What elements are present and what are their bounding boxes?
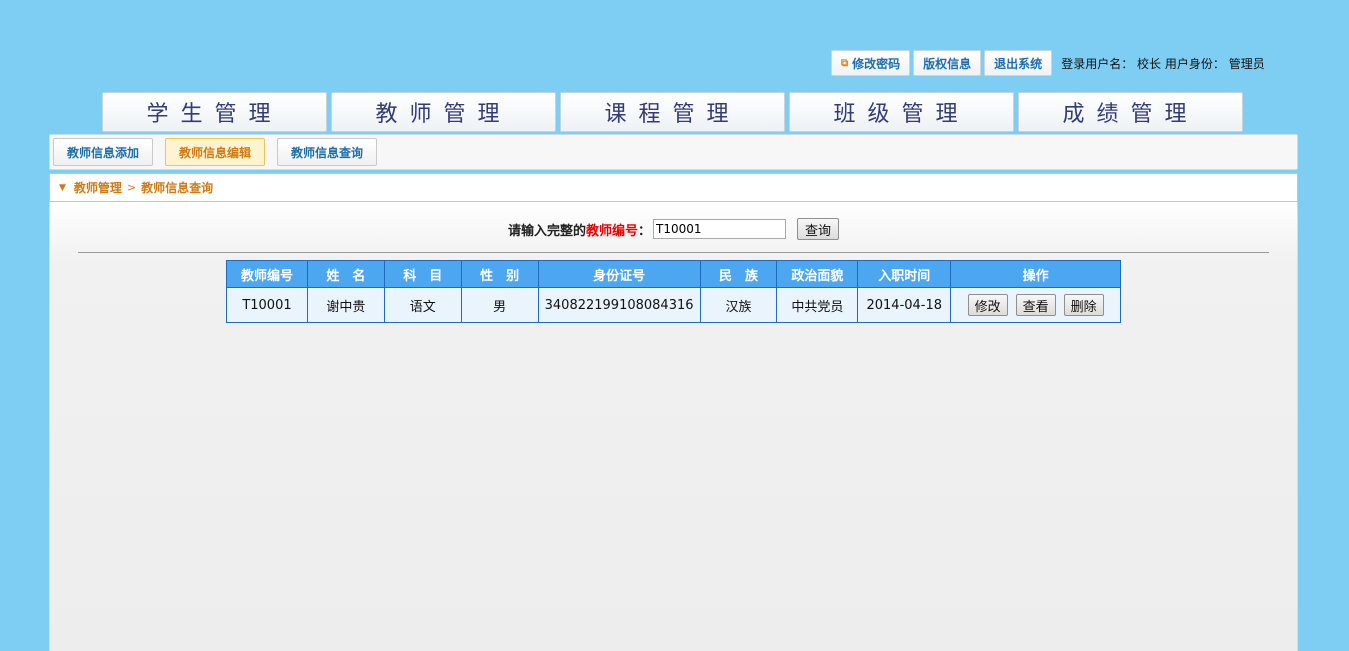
header-actions: 操作: [950, 260, 1121, 288]
search-label-suffix: ：: [638, 223, 652, 239]
breadcrumb-separator: >: [126, 181, 137, 194]
change-password-label: 修改密码: [852, 56, 901, 71]
search-bar: 请输入完整的 教师编号 ： 查询: [50, 218, 1297, 240]
edit-button[interactable]: 修改: [967, 294, 1008, 316]
tab-teacher-management[interactable]: 教师管理: [331, 92, 556, 132]
content-area: 请输入完整的 教师编号 ： 查询 教师编号 姓 名 科 目 性 别 身份证号 民…: [49, 202, 1298, 651]
tab-grade-management[interactable]: 成绩管理: [1018, 92, 1243, 132]
cell-name: 谢中贵: [306, 287, 385, 323]
teacher-id-input[interactable]: [653, 219, 787, 239]
header-id-card: 身份证号: [537, 260, 701, 288]
subtab-teacher-query[interactable]: 教师信息查询: [277, 138, 378, 166]
change-password-button[interactable]: ⧉ 修改密码: [831, 50, 911, 76]
cell-teacher-id: T10001: [226, 287, 308, 323]
copyright-label: 版权信息: [923, 56, 972, 71]
copyright-button[interactable]: 版权信息: [913, 50, 982, 76]
cell-actions: 修改 查看 删除: [950, 287, 1121, 323]
header-name: 姓 名: [306, 260, 385, 288]
header-hire-date: 入职时间: [857, 260, 952, 288]
teacher-table: 教师编号 姓 名 科 目 性 别 身份证号 民 族 政治面貌 入职时间 操作 T…: [226, 260, 1121, 323]
role-label: 用户身份：: [1164, 56, 1225, 71]
header-ethnicity: 民 族: [699, 260, 778, 288]
triangle-down-icon: ▼: [59, 182, 66, 193]
delete-button[interactable]: 删除: [1063, 294, 1104, 316]
logout-label: 退出系统: [994, 56, 1043, 71]
user-info: 登录用户名： 校长 用户身份： 管理员: [1061, 55, 1265, 72]
subtab-teacher-edit[interactable]: 教师信息编辑: [165, 138, 266, 166]
subtab-teacher-add[interactable]: 教师信息添加: [53, 138, 154, 166]
user-label: 登录用户名：: [1061, 56, 1134, 71]
role-name: 管理员: [1228, 56, 1265, 71]
cell-gender: 男: [460, 287, 539, 323]
tab-class-management[interactable]: 班级管理: [789, 92, 1014, 132]
query-button[interactable]: 查询: [797, 218, 840, 240]
external-link-icon: ⧉: [841, 57, 849, 69]
cell-political: 中共党员: [776, 287, 859, 323]
cell-subject: 语文: [383, 287, 462, 323]
breadcrumb: ▼ 教师管理 > 教师信息查询: [49, 173, 1298, 202]
main-nav: 学生管理 教师管理 课程管理 班级管理 成绩管理: [102, 92, 1247, 132]
cell-ethnicity: 汉族: [699, 287, 778, 323]
divider: [78, 252, 1269, 253]
user-name: 校长: [1137, 56, 1162, 71]
account-bar: ⧉ 修改密码 版权信息 退出系统 登录用户名： 校长 用户身份： 管理员: [831, 49, 1265, 77]
search-label-field: 教师编号: [585, 223, 638, 239]
view-button[interactable]: 查看: [1015, 294, 1056, 316]
header-subject: 科 目: [383, 260, 462, 288]
header-gender: 性 别: [460, 260, 539, 288]
tab-course-management[interactable]: 课程管理: [560, 92, 785, 132]
cell-hire-date: 2014-04-18: [857, 287, 952, 323]
sub-nav: 教师信息添加 教师信息编辑 教师信息查询: [49, 134, 1298, 170]
cell-id-card: 340822199108084316: [537, 287, 701, 323]
header-political: 政治面貌: [776, 260, 859, 288]
breadcrumb-current: 教师信息查询: [141, 181, 214, 195]
logout-button[interactable]: 退出系统: [984, 50, 1053, 76]
table-row: T10001 谢中贵 语文 男 340822199108084316 汉族 中共…: [226, 287, 1121, 323]
tab-student-management[interactable]: 学生管理: [102, 92, 327, 132]
search-label-prefix: 请输入完整的: [507, 223, 586, 239]
table-header-row: 教师编号 姓 名 科 目 性 别 身份证号 民 族 政治面貌 入职时间 操作: [226, 260, 1121, 288]
breadcrumb-parent[interactable]: 教师管理: [74, 179, 122, 196]
header-teacher-id: 教师编号: [226, 260, 308, 288]
